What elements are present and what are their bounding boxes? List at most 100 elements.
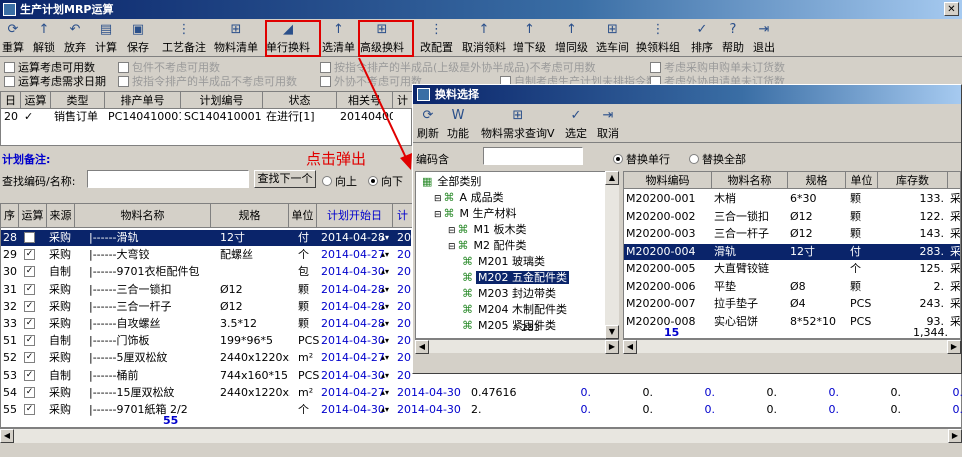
checkbox-checked-icon[interactable]: ✓ — [24, 386, 35, 398]
spinner-icon[interactable]: ▴▾ — [381, 247, 395, 263]
bom-row[interactable]: 31 ✓ 采购 |------三合一锁扣 Ø12 颗 2014-04-28 ▴▾ 20 — [1, 282, 411, 298]
scroll-left-icon[interactable]: ◀ — [415, 340, 429, 354]
tree-node[interactable]: ⌘ M204 木制配件类 — [462, 302, 569, 318]
material-row[interactable]: M20200-006 平垫 Ø8 颗 2. 采 — [624, 279, 960, 295]
spinner-icon[interactable]: ▴▾ — [381, 299, 395, 315]
dialog-button-confirm[interactable]: ✓ 选定 — [565, 107, 587, 141]
tree-node[interactable]: ⊟ ⌘ M 生产材料 — [434, 206, 519, 222]
material-row[interactable]: M20200-007 拉手垫子 Ø4 PCS 243. 采 — [624, 296, 960, 312]
toolbar-button-bom[interactable]: ⊞ 物料清单 — [214, 21, 258, 55]
toolbar-button-help[interactable]: ? 帮助 — [722, 21, 744, 55]
bom-row[interactable]: 32 ✓ 采购 |------三合一杆子 Ø12 颗 2014-04-28 ▴▾ 20 — [1, 299, 411, 315]
scroll-left-icon[interactable]: ◀ — [623, 340, 637, 354]
dialog-button-refresh[interactable]: ⟳ 刷新 — [417, 107, 439, 141]
toolbar-button-exit[interactable]: ⇥ 退出 — [753, 21, 775, 55]
tree-node[interactable]: ⌘ M201 玻璃类 — [462, 254, 547, 270]
scroll-right-icon[interactable]: ▶ — [605, 340, 619, 354]
expand-icon[interactable]: ⊟ — [448, 226, 456, 236]
tree-vscrollbar[interactable]: ▲ ▼ — [605, 171, 619, 339]
toolbar-button-pick-group[interactable]: ⋮ 换领料组 — [636, 21, 680, 55]
dialog-button-cancel[interactable]: ⇥ 取消 — [597, 107, 619, 141]
toolbar-button-save[interactable]: ▣ 保存 — [127, 21, 149, 55]
toolbar-button-process-note[interactable]: ⋮ 工艺备注 — [162, 21, 206, 55]
checkbox-checked-icon[interactable]: ✓ — [24, 266, 35, 278]
spinner-icon[interactable]: ▴▾ — [381, 402, 395, 418]
expand-icon[interactable]: ⊟ — [434, 210, 442, 220]
toolbar-button-config[interactable]: ⋮ 改配置 — [420, 21, 453, 55]
tree-node[interactable]: ⊟ ⌘ M2 配件类 — [448, 238, 529, 254]
plan-table-row[interactable]: 20 ✓ 销售订单 PC140410001 SC140410001 在进行[1] 20140… — [1, 109, 411, 125]
bom-row[interactable]: 28 ✓ 采购 |------滑轨 12寸 付 2014-04-28 ▴▾ 20 — [1, 230, 411, 246]
toolbar-button-add-sibling[interactable]: ↑ 增同级 — [555, 21, 588, 55]
tree-node[interactable]: ⊟ ⌘ A 成品类 — [434, 190, 506, 206]
tree-hscrollbar[interactable]: ◀ ▶ — [415, 339, 619, 354]
bom-row[interactable]: 30 ✓ 自制 |------9701衣柜配件包 包 2014-04-30 ▴▾ 20 — [1, 264, 411, 280]
scroll-down-icon[interactable]: ▼ — [605, 325, 619, 339]
material-row[interactable]: M20200-002 三合一锁扣 Ø12 颗 122. 采 — [624, 209, 960, 225]
bom-icon: ⊞ — [230, 22, 242, 37]
scroll-left-icon[interactable]: ◀ — [0, 429, 14, 443]
bom-row[interactable]: 51 ✓ 自制 |------门饰板 199*96*5 PCS 2014-04-30 ▴▾ 20 — [1, 333, 411, 349]
checkbox-checked-icon[interactable]: ✓ — [24, 369, 35, 381]
find-next-button[interactable]: 查找下一个 — [254, 170, 316, 188]
option-checkbox[interactable]: 按指令排产的半成品不考虑可用数 — [118, 73, 297, 89]
scroll-up-icon[interactable]: ▲ — [605, 171, 619, 185]
close-icon[interactable]: ✕ — [944, 2, 959, 16]
spinner-icon[interactable]: ▴▾ — [381, 282, 395, 298]
checkbox-checked-icon[interactable]: ✓ — [24, 335, 35, 347]
material-hscrollbar[interactable]: ◀ ▶ — [623, 339, 961, 354]
replace-row-radio[interactable]: 替换单行 — [613, 151, 670, 167]
bom-row[interactable]: 52 ✓ 采购 |------5厘双松紋 2440x1220x50 m² 2014-04-2… — [1, 350, 411, 366]
checkbox-checked-icon[interactable]: ✓ — [24, 352, 35, 364]
bom-row[interactable]: 55 ✓ 采购 |------9701紙箱 2/2 个 2014-04-30 ▴▾ 2014-… — [1, 402, 962, 418]
bom-row[interactable]: 53 ✓ 自制 |------桶前 744x160*15 PCS 2014-04-30 ▴▾ 2… — [1, 368, 411, 384]
expand-icon[interactable]: ⊟ — [434, 194, 442, 204]
tree-node[interactable]: ▦ 全部类别 — [420, 174, 483, 190]
bom-row[interactable]: 33 ✓ 采购 |------自攻螺丝 3.5*12 颗 2014-04-28 ▴▾ 20 — [1, 316, 411, 332]
material-row[interactable]: M20200-001 木梢 6*30 颗 133. 采 — [624, 191, 960, 207]
toolbar-button-recalc[interactable]: ⟳ 重算 — [2, 21, 24, 55]
toolbar-button-undo[interactable]: ↶ 放弃 — [64, 21, 86, 55]
option-checkbox[interactable]: 运算考虑需求日期 — [4, 73, 106, 89]
dialog-button-function[interactable]: W 功能 — [447, 107, 469, 141]
expand-icon[interactable]: ⊟ — [448, 242, 456, 252]
material-row[interactable]: M20200-004 滑轨 12寸 付 283. 采 — [624, 243, 960, 260]
replace-all-radio[interactable]: 替换全部 — [689, 151, 746, 167]
checkbox-checked-icon[interactable]: ✓ — [24, 404, 35, 415]
spinner-icon[interactable]: ▴▾ — [381, 385, 395, 401]
spinner-icon[interactable]: ▴▾ — [381, 230, 395, 246]
spinner-icon[interactable]: ▴▾ — [381, 333, 395, 349]
spinner-icon[interactable]: ▴▾ — [381, 350, 395, 366]
tree-node[interactable]: ⌘ M205 紧固件类 — [462, 318, 558, 334]
tree-node[interactable]: ⌘ M203 封边带类 — [462, 286, 558, 302]
bom-row[interactable]: 54 ✓ 采购 |------15厘双松紋 2440x1220x50 m² 2014-04-… — [1, 385, 962, 401]
dialog-button-query[interactable]: ⊞ 物料需求查询V — [481, 107, 555, 141]
scroll-right-icon[interactable]: ▶ — [948, 429, 962, 443]
horizontal-scrollbar[interactable]: ◀ ▶ — [0, 428, 962, 443]
bom-row[interactable]: 29 ✓ 采购 |------大弯铰 配螺丝 个 2014-04-27 ▴▾ 20 — [1, 247, 411, 263]
toolbar-button-workshop[interactable]: ⊞ 选车间 — [596, 21, 629, 55]
spinner-icon[interactable]: ▴▾ — [381, 264, 395, 280]
toolbar-button-select-list[interactable]: ↑ 选清单 — [322, 21, 355, 55]
toolbar-button-add-child[interactable]: ↑ 增下级 — [513, 21, 546, 55]
search-up-radio[interactable]: 向上 — [322, 173, 357, 189]
toolbar-button-cancel-pick[interactable]: ↑ 取消领料 — [462, 21, 506, 55]
tree-node[interactable]: ⌘ M202 五金配件类 — [462, 270, 569, 286]
spinner-icon[interactable]: ▴▾ — [381, 368, 395, 384]
spinner-icon[interactable]: ▴▾ — [381, 316, 395, 332]
toolbar-button-sort[interactable]: ✓ 排序 — [691, 21, 713, 55]
checkbox-checked-icon[interactable]: ✓ — [24, 283, 35, 295]
material-row[interactable]: M20200-005 大直臂铰链 个 125. 采 — [624, 261, 960, 277]
material-row[interactable]: M20200-003 三合一杆子 Ø12 颗 143. 采 — [624, 226, 960, 242]
scroll-right-icon[interactable]: ▶ — [947, 340, 961, 354]
checkbox-checked-icon[interactable]: ✓ — [24, 232, 35, 243]
checkbox-checked-icon[interactable]: ✓ — [24, 300, 35, 312]
toolbar-button-unlock[interactable]: ↑ 解锁 — [33, 21, 55, 55]
code-input[interactable] — [483, 147, 583, 165]
toolbar-button-calc[interactable]: ▤ 计算 — [95, 21, 117, 55]
bom-next: 20 — [397, 231, 411, 244]
checkbox-checked-icon[interactable]: ✓ — [24, 249, 35, 261]
checkbox-checked-icon[interactable]: ✓ — [24, 318, 35, 329]
tree-node[interactable]: ⊟ ⌘ M1 板木类 — [448, 222, 529, 238]
search-input[interactable] — [87, 170, 249, 188]
